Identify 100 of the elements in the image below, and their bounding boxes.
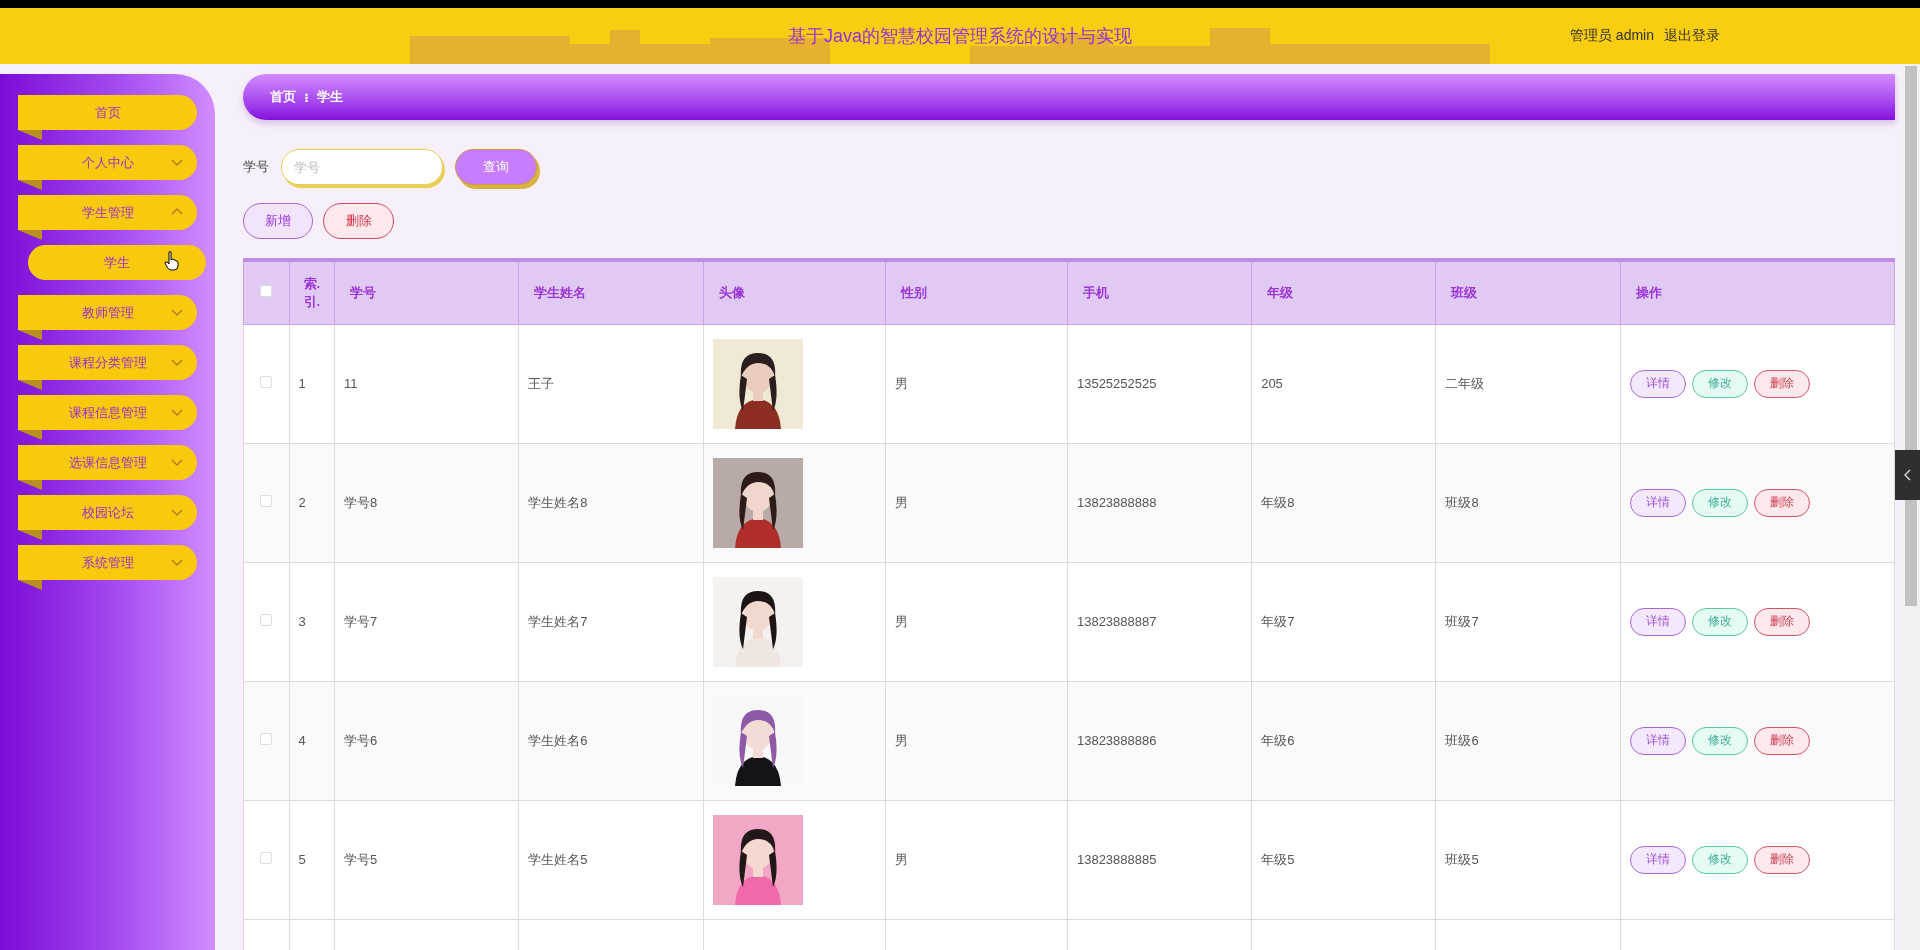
table-cell: 学号5 — [344, 851, 378, 867]
table-cell: 5 — [298, 852, 306, 867]
menu-item[interactable]: 个人中心 — [18, 145, 197, 180]
column-header: 学号 — [350, 284, 377, 300]
add-button[interactable]: 新增 — [243, 203, 313, 239]
table-cell: 班级6 — [1445, 732, 1479, 748]
submenu-item[interactable]: 学生 — [28, 245, 206, 280]
menu-item[interactable]: 首页 — [18, 95, 197, 130]
menu-item[interactable]: 学生管理 — [18, 195, 197, 230]
edit-button[interactable]: 修改 — [1691, 845, 1748, 874]
menu-item[interactable]: 系统管理 — [18, 545, 197, 580]
column-header: 性别 — [900, 284, 927, 300]
details-button[interactable]: 详情 — [1629, 726, 1686, 755]
menu-item[interactable]: 课程信息管理 — [18, 395, 197, 430]
column-header: 索.引. — [303, 275, 321, 309]
column-header: 学生姓名 — [534, 284, 587, 300]
ribbon-fold-icon — [18, 180, 42, 190]
table-cell: 男 — [894, 494, 908, 510]
table-cell: 学生姓名8 — [528, 494, 588, 510]
breadcrumb-separator: ⁝ — [304, 89, 309, 105]
select-all-checkbox[interactable] — [260, 285, 273, 298]
table-cell: 学生姓名5 — [528, 851, 588, 867]
table-cell: 4 — [298, 733, 306, 748]
delete-button[interactable]: 删除 — [1753, 726, 1810, 755]
menu-item[interactable]: 教师管理 — [18, 295, 197, 330]
edit-button[interactable]: 修改 — [1691, 369, 1748, 398]
table-cell: 1 — [298, 376, 306, 391]
table-cell: 班级8 — [1445, 494, 1479, 510]
table-cell: 学号8 — [344, 494, 378, 510]
delete-button[interactable]: 删除 — [1753, 607, 1810, 636]
column-header: 操作 — [1635, 284, 1662, 300]
table-cell: 13823888888 — [1076, 495, 1157, 510]
hand-cursor-icon — [164, 251, 180, 271]
delete-button[interactable]: 删除 — [1753, 369, 1810, 398]
user-name: 管理员 admin — [1569, 27, 1654, 45]
menu-item[interactable]: 选课信息管理 — [18, 445, 197, 480]
menu-item[interactable]: 校园论坛 — [18, 495, 197, 530]
column-header: 班级 — [1451, 284, 1478, 300]
row-checkbox[interactable] — [260, 614, 273, 626]
table-cell: 男 — [894, 732, 908, 748]
edit-button[interactable]: 修改 — [1691, 607, 1748, 636]
table-cell: 班级5 — [1445, 851, 1479, 867]
table-cell: 年级5 — [1261, 851, 1295, 867]
chevron-down-icon — [171, 557, 183, 567]
ribbon-fold-icon — [18, 580, 42, 590]
delete-button[interactable]: 删除 — [1753, 488, 1810, 517]
table-cell: 王子 — [528, 375, 555, 391]
chevron-down-icon — [171, 307, 183, 317]
table-cell: 男 — [894, 613, 908, 629]
chevron-down-icon — [171, 507, 183, 517]
edit-button[interactable]: 修改 — [1691, 488, 1748, 517]
row-checkbox[interactable] — [260, 852, 273, 864]
row-checkbox[interactable] — [260, 733, 273, 745]
side-panel-toggle[interactable] — [1895, 450, 1920, 500]
chevron-down-icon — [171, 407, 183, 417]
table-cell: 年级7 — [1261, 613, 1295, 629]
ribbon-fold-icon — [18, 430, 42, 440]
table-cell: 13823888886 — [1076, 733, 1157, 748]
ribbon-fold-icon — [18, 380, 42, 390]
delete-button[interactable]: 删除 — [323, 203, 394, 239]
details-button[interactable]: 详情 — [1629, 607, 1686, 636]
table-cell: 11 — [344, 376, 358, 391]
row-checkbox[interactable] — [260, 495, 273, 507]
column-header: 手机 — [1082, 284, 1109, 300]
chevron-down-icon — [171, 157, 183, 167]
table-cell: 13525252525 — [1076, 376, 1157, 391]
search-field[interactable]: 学号 — [281, 149, 443, 185]
menu-item[interactable]: 课程分类管理 — [18, 345, 197, 380]
edit-button[interactable]: 修改 — [1691, 726, 1748, 755]
ribbon-fold-icon — [18, 130, 42, 140]
chevron-down-icon — [171, 357, 183, 367]
table-cell: 班级7 — [1445, 613, 1479, 629]
table-cell: 男 — [894, 375, 908, 391]
logout-link[interactable]: 退出登录 — [1664, 27, 1720, 45]
scrollbar[interactable] — [1902, 64, 1920, 950]
details-button[interactable]: 详情 — [1629, 369, 1686, 398]
column-header: 年级 — [1267, 284, 1294, 300]
ribbon-fold-icon — [18, 480, 42, 490]
details-button[interactable]: 详情 — [1629, 488, 1686, 517]
details-button[interactable]: 详情 — [1629, 845, 1686, 874]
table-cell: 学生姓名7 — [528, 613, 588, 629]
column-header: 头像 — [718, 284, 745, 300]
table-cell: 年级8 — [1261, 494, 1295, 510]
ribbon-fold-icon — [18, 530, 42, 540]
table-cell: 学生姓名6 — [528, 732, 588, 748]
ribbon-fold-icon — [18, 230, 42, 240]
table-cell: 3 — [298, 614, 306, 629]
delete-button[interactable]: 删除 — [1753, 845, 1810, 874]
table-cell: 男 — [894, 851, 908, 867]
table-cell: 年级6 — [1261, 732, 1295, 748]
row-checkbox[interactable] — [260, 376, 273, 388]
breadcrumb-link[interactable]: 首页 — [270, 88, 296, 106]
table-cell: 2 — [298, 495, 306, 510]
table-cell: 学号6 — [344, 732, 378, 748]
chevron-up-icon — [171, 207, 183, 217]
breadcrumb-link[interactable]: 学生 — [316, 88, 343, 106]
table-cell: 13823888887 — [1076, 614, 1157, 629]
app-title: 基于Java的智慧校园管理系统的设计与实现 — [788, 25, 1132, 48]
field-label: 学号 — [243, 158, 269, 176]
chevron-left-icon — [1903, 469, 1912, 481]
